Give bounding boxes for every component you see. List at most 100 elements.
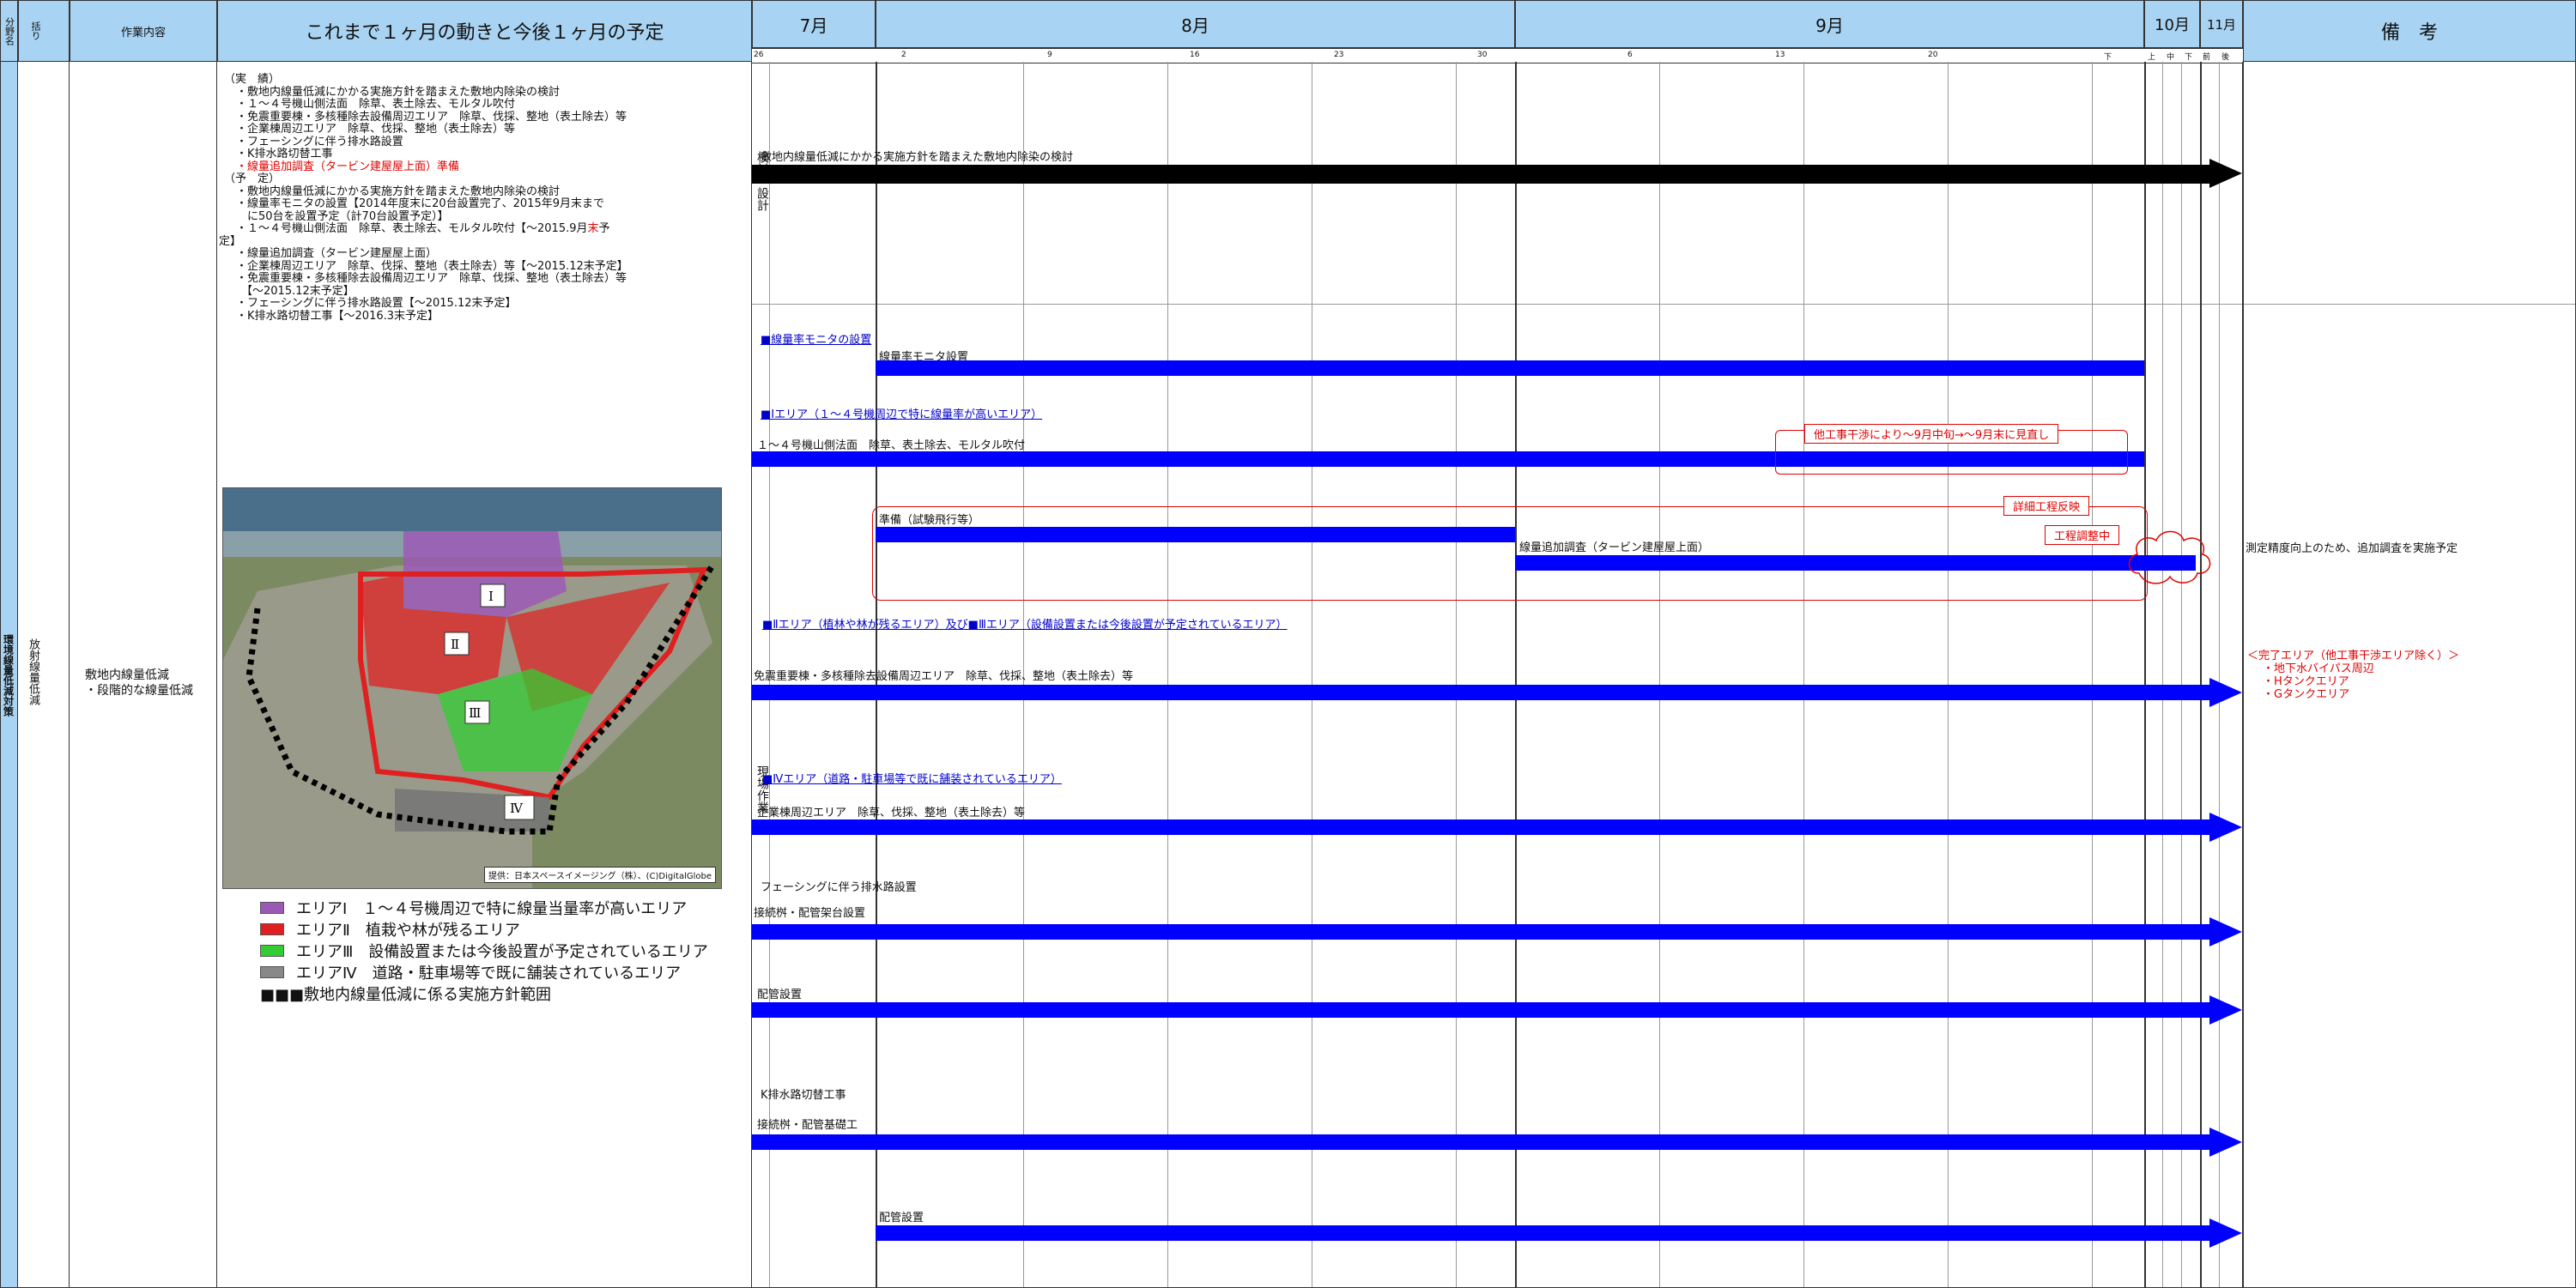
task-label-norimen: １～４号機山側法面 除草、表土除去、モルタル吹付 <box>757 439 1026 452</box>
bar-kento <box>752 165 2211 184</box>
day-tick: 16 <box>1190 51 1200 59</box>
legend-swatch <box>260 965 284 978</box>
bar-junbi <box>876 527 1515 542</box>
legend-swatch <box>260 922 284 935</box>
task-label-haikan1: 配管設置 <box>757 989 803 1001</box>
day-tick: 下 <box>2104 53 2112 62</box>
grid-line <box>2092 62 2093 1288</box>
day-tick: 30 <box>1477 51 1488 59</box>
section-monitor: ■線量率モニタの設置 <box>761 334 872 347</box>
third-tick: 下 <box>2185 53 2193 62</box>
legend-item: エリアⅡ 植栽や林が残るエリア <box>260 918 708 940</box>
remark-line: ・地下水バイパス周辺 <box>2263 662 2374 675</box>
remark-line: ・Gタンクエリア <box>2263 688 2350 701</box>
day-tick: 2 <box>901 51 906 59</box>
section-area4: ■Ⅳエリア（道路・駐車場等で既に舗装されているエリア） <box>762 773 1062 786</box>
task-label-facing: フェーシングに伴う排水路設置 <box>761 881 917 894</box>
bar-setsuzoku1 <box>752 924 2211 940</box>
task-label-setsuzoku1: 接続桝・配管架台設置 <box>754 907 866 920</box>
third-tick: 上 <box>2148 53 2156 62</box>
jisseki-heading: （実 績） <box>224 73 281 86</box>
grid-line <box>1659 62 1660 1288</box>
map-legend: エリアⅠ １～４号機周辺で特に線量当量率が高いエリア エリアⅡ 植栽や林が残るエ… <box>260 897 708 1004</box>
day-tick: 26 <box>754 51 764 59</box>
grid-line <box>2200 62 2202 1288</box>
arrowhead-setsuzoku2 <box>2209 1128 2242 1157</box>
jisseki-item: ・フェーシングに伴う排水路設置 <box>236 135 403 148</box>
task-label-junbi: 準備（試験飛行等） <box>879 514 980 527</box>
map-area-label: Ⅲ <box>469 705 481 721</box>
remark-line: ＜完了エリア（他工事干渉エリア除く）＞ <box>2247 650 2460 662</box>
yotei-item-text: ・１～４号機山側法面 除草、表土除去、モルタル吹付【～2015.9月 <box>236 222 588 235</box>
yotei-item: ・K排水路切替工事【～2016.3末予定】 <box>236 309 439 323</box>
task-label-haikan2: 配管設置 <box>879 1212 924 1225</box>
header-month-aug: 8月 <box>876 0 1515 48</box>
day-tick: 13 <box>1775 51 1785 59</box>
legend-item: エリアⅠ １～４号機周辺で特に線量当量率が高いエリア <box>260 897 708 918</box>
sub-label: 放射線量低減 <box>27 638 39 705</box>
bar-turbine <box>1515 555 2196 571</box>
arrowhead-kigyo <box>2209 813 2242 842</box>
yotei-item: に50台を設置予定（計70台設置予定）】 <box>236 209 449 223</box>
category-column: 環境線量低減対策 <box>0 62 18 1288</box>
day-tick: 6 <box>1627 51 1633 59</box>
map-area-label: Ⅳ <box>510 801 524 816</box>
jisseki-item: ・１～４号機山側法面 除草、表土除去、モルタル吹付 <box>236 98 516 111</box>
gantt-area: 検討・設計 現場作業 敷地内線量低減にかかる実施方針を踏まえた敷地内除染の検討 … <box>752 62 2576 1288</box>
header-month-jul: 7月 <box>752 0 876 48</box>
grid-line <box>1803 62 1804 1288</box>
yotei-heading: （予 定） <box>224 172 281 185</box>
yotei-item: ・敷地内線量低減にかかる実施方針を踏まえた敷地内除染の検討 <box>236 184 561 198</box>
header-biko: 備 考 <box>2243 0 2576 62</box>
header-bunya: 分野名 <box>0 0 18 62</box>
task-label-turbine: 線量追加調査（タービン建屋屋上面） <box>1519 541 1710 554</box>
grid-line <box>1456 62 1457 1288</box>
grid-line <box>2144 62 2146 1288</box>
yotei-item-tail: 予 <box>598 222 610 235</box>
grid-line <box>1167 62 1168 1288</box>
grid-line <box>2181 62 2182 1288</box>
day-tick: 20 <box>1928 51 1938 59</box>
remark-turbine: 測定精度向上のため、追加調査を実施予定 <box>2246 542 2458 555</box>
work-item: 敷地内線量低減 ・段階的な線量低減 <box>85 668 193 698</box>
legend-swatch <box>260 901 284 914</box>
nov-tick: 後 <box>2221 53 2230 62</box>
yotei-item: ・フェーシングに伴う排水路設置【～2015.12末予定】 <box>236 297 517 310</box>
bar-setsuzoku2 <box>752 1134 2211 1150</box>
yotei-item: ・免震重要棟・多核種除去設備周辺エリア 除草、伐採、整地（表土除去）等 <box>236 272 627 285</box>
nov-tick: 前 <box>2203 53 2211 62</box>
legend-item: エリアⅢ 設備設置または今後設置が予定されているエリア <box>260 940 708 961</box>
grid-line <box>2162 62 2163 1288</box>
notes-text: （実 績） ・敷地内線量低減にかかる実施方針を踏まえた敷地内除染の検討 ・１～４… <box>219 73 739 323</box>
header-month-sep: 9月 <box>1515 0 2144 48</box>
yotei-item: ・線量追加調査（タービン建屋屋上面） <box>236 247 438 260</box>
header-plan-title: これまで１ヶ月の動きと今後１ヶ月の予定 <box>217 0 752 62</box>
map-area-label: Ⅰ <box>488 589 494 604</box>
task-label-kento: 敷地内線量低減にかかる実施方針を踏まえた敷地内除染の検討 <box>761 151 1074 164</box>
arrowhead-kento <box>2209 159 2242 188</box>
detail-label: 詳細工程反映 <box>2003 496 2090 516</box>
bar-monitor <box>876 360 2144 376</box>
legend-item: エリアⅣ 道路・駐車場等で既に舗装されているエリア <box>260 961 708 983</box>
bar-haikan1 <box>752 1002 2211 1018</box>
third-tick: 中 <box>2167 53 2175 62</box>
remark-completed: ＜完了エリア（他工事干渉エリア除く）＞ ・地下水バイパス周辺 ・Hタンクエリア … <box>2247 650 2459 701</box>
notes-column: （実 績） ・敷地内線量低減にかかる実施方針を踏まえた敷地内除染の検討 ・１～４… <box>217 62 752 1288</box>
jisseki-item: ・免震重要棟・多核種除去設備周辺エリア 除草、伐採、整地（表土除去）等 <box>236 110 627 124</box>
turbine-box <box>872 506 2148 601</box>
arrowhead-haikan1 <box>2209 995 2242 1025</box>
task-label-setsuzoku2: 接続桝・配管基礎工 <box>757 1119 858 1132</box>
bar-haikan2 <box>876 1225 2211 1241</box>
grid-line <box>1515 62 1517 1288</box>
arrowhead-setsuzoku1 <box>2209 917 2242 946</box>
map-area-label: Ⅱ <box>451 637 459 652</box>
arrowhead-menshin <box>2209 678 2242 707</box>
section-area1: ■Ⅰエリア（１～４号機周辺で特に線量率が高いエリア） <box>761 408 1043 421</box>
arrowhead-haikan2 <box>2209 1218 2242 1248</box>
adjust-label: 工程調整中 <box>2045 525 2120 545</box>
jisseki-item: ・企業棟周辺エリア 除草、伐採、整地（表土除去）等 <box>236 123 516 136</box>
remark-line: ・Hタンクエリア <box>2263 675 2349 688</box>
task-label-menshin: 免震重要棟・多核種除去設備周辺エリア 除草、伐採、整地（表土除去）等 <box>754 670 1134 683</box>
day-tick: 23 <box>1334 51 1344 59</box>
yotei-item: 【～2015.12末予定】 <box>241 284 355 298</box>
